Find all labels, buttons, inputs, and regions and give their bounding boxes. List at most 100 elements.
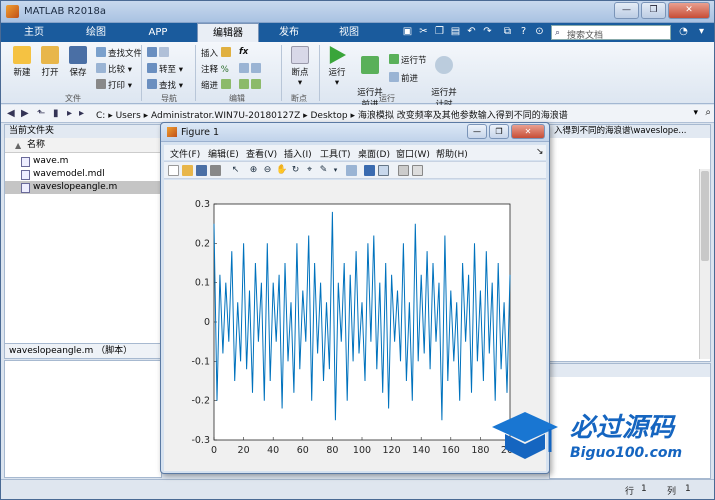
search-documentation-field[interactable]: ⌕ 搜索文档	[551, 25, 671, 41]
up-folder-icon[interactable]: ⬑	[37, 108, 45, 119]
help-icon[interactable]: ?	[517, 25, 530, 39]
maximize-button[interactable]: ❐	[641, 2, 666, 19]
current-folder-title: 当前文件夹	[5, 125, 161, 138]
comment-tools-button[interactable]	[239, 63, 263, 75]
axes-box[interactable]	[213, 203, 511, 441]
zoom-out-icon[interactable]: ⊖	[262, 165, 273, 176]
path-segment[interactable]: C:	[96, 111, 105, 121]
figure-title-bar[interactable]: Figure 1 — ❐ ✕	[161, 123, 549, 142]
path-segment[interactable]: Desktop	[311, 111, 348, 121]
open-file-icon[interactable]	[182, 165, 193, 176]
advance-button[interactable]: 前进	[389, 72, 418, 84]
editor-scrollbar[interactable]	[699, 169, 710, 359]
plot-svg[interactable]: 020406080100120140160180200 -0.3-0.2-0.1…	[164, 180, 546, 471]
copy-icon[interactable]: ❐	[433, 25, 446, 39]
x-tick-label: 160	[442, 445, 460, 456]
switch-windows-icon[interactable]: ⧉	[501, 25, 514, 39]
new-figure-icon[interactable]	[168, 165, 179, 176]
row-label: 行	[625, 487, 635, 497]
back-forward-buttons[interactable]	[147, 47, 171, 59]
file-row-wavemodel-mdl[interactable]: wavemodel.mdl	[5, 168, 161, 181]
cut-icon[interactable]: ✂	[417, 25, 430, 39]
file-row-wave-m[interactable]: wave.m	[5, 155, 161, 168]
hide-plot-tools-icon[interactable]	[398, 165, 409, 176]
comment-button[interactable]: 注释 %	[201, 63, 229, 75]
link-plot-icon[interactable]	[346, 165, 357, 176]
figure-close-button[interactable]: ✕	[511, 124, 545, 139]
save-button[interactable]: 保存	[65, 46, 91, 78]
scrollbar-thumb[interactable]	[701, 171, 709, 261]
indent-button[interactable]: 缩进	[201, 79, 233, 91]
print-figure-icon[interactable]	[210, 165, 221, 176]
data-cursor-icon[interactable]: ⌖	[304, 165, 315, 176]
command-window-title	[550, 364, 710, 377]
menu-insert[interactable]: 插入(I)	[284, 147, 312, 160]
file-details-header[interactable]: waveslopeangle.m （脚本）	[4, 343, 162, 359]
fx-button[interactable]: fx	[239, 47, 248, 57]
insert-button[interactable]: 插入	[201, 47, 233, 59]
close-button[interactable]: ✕	[668, 2, 710, 19]
menu-view[interactable]: 查看(V)	[246, 147, 277, 160]
new-button[interactable]: 新建	[9, 46, 35, 78]
compare-button[interactable]: 比较 ▾	[96, 63, 132, 75]
menu-help[interactable]: 帮助(H)	[436, 147, 468, 160]
insert-colorbar-icon[interactable]	[364, 165, 375, 176]
tab-plots[interactable]: 绘图	[71, 23, 121, 42]
undo-icon[interactable]: ↶	[465, 25, 478, 39]
find-files-button[interactable]: 查找文件	[96, 47, 142, 59]
back-icon[interactable]: ◀	[7, 108, 15, 119]
menu-desktop[interactable]: 桌面(D)	[358, 147, 390, 160]
matlab-logo-icon	[6, 5, 19, 18]
insert-legend-icon[interactable]	[378, 165, 389, 176]
menu-tools[interactable]: 工具(T)	[320, 147, 351, 160]
figure-maximize-button[interactable]: ❐	[489, 124, 509, 139]
edit-plot-arrow-icon[interactable]: ↖	[230, 165, 241, 176]
paste-icon[interactable]: ▤	[449, 25, 462, 39]
x-tick-label: 60	[297, 445, 309, 456]
menu-edit[interactable]: 编辑(E)	[208, 147, 239, 160]
menu-file[interactable]: 文件(F)	[170, 147, 200, 160]
goto-button[interactable]: 转至 ▾	[147, 63, 183, 75]
zoom-in-icon[interactable]: ⊕	[248, 165, 259, 176]
find-button[interactable]: 查找 ▾	[147, 79, 183, 91]
brush-icon[interactable]: ✎	[318, 165, 329, 176]
path-breadcrumb[interactable]: C: ▸ Users ▸ Administrator.WIN7U-2018012…	[96, 108, 568, 121]
tab-apps[interactable]: APP	[133, 23, 183, 42]
breakpoints-button[interactable]: 断点 ▾	[287, 46, 313, 88]
pan-hand-icon[interactable]: ✋	[276, 165, 287, 176]
brush-dropdown-icon[interactable]: ▾	[330, 165, 341, 176]
path-segment[interactable]: Users	[116, 111, 141, 121]
tab-editor[interactable]: 编辑器	[197, 23, 259, 42]
figure-minimize-button[interactable]: —	[467, 124, 487, 139]
save-figure-icon[interactable]	[196, 165, 207, 176]
name-column-header[interactable]: ▲ 名称	[5, 138, 161, 153]
path-segment[interactable]: 海浪模拟 改变频率及其他参数输入得到不同的海浪谱	[358, 111, 568, 121]
print-button[interactable]: 打印 ▾	[96, 79, 132, 91]
redo-icon[interactable]: ↷	[481, 25, 494, 39]
rotate-3d-icon[interactable]: ↻	[290, 165, 301, 176]
browse-folder-icon[interactable]: ▮	[53, 108, 59, 119]
show-plot-tools-icon[interactable]	[412, 165, 423, 176]
path-segment[interactable]: Administrator.WIN7U-20180127Z	[151, 111, 300, 121]
tab-view[interactable]: 视图	[323, 23, 375, 42]
tab-home[interactable]: 主页	[9, 23, 59, 42]
notification-icon[interactable]: ◔	[677, 25, 690, 39]
figure-canvas[interactable]: 020406080100120140160180200 -0.3-0.2-0.1…	[164, 180, 546, 471]
editor-title[interactable]: 入得到不同的海浪谱\waveslope...	[550, 125, 710, 138]
save-quick-icon[interactable]: ▣	[401, 25, 414, 39]
file-row-waveslopeangle-m[interactable]: waveslopeangle.m	[5, 181, 161, 194]
forward-icon[interactable]: ▶	[21, 108, 29, 119]
ribbon-minimize-icon[interactable]: ▾	[695, 25, 708, 39]
minimize-button[interactable]: —	[614, 2, 639, 19]
tab-publish[interactable]: 发布	[263, 23, 315, 42]
path-dropdown-icon[interactable]: ▾	[693, 108, 698, 118]
community-icon[interactable]: ⊙	[533, 25, 546, 39]
path-search-icon[interactable]: ⌕	[705, 107, 711, 118]
menu-window[interactable]: 窗口(W)	[396, 147, 430, 160]
open-button[interactable]: 打开	[37, 46, 63, 78]
menubar-dock-icon[interactable]: ↘	[536, 147, 544, 157]
run-section-button[interactable]: 运行节	[389, 54, 427, 66]
indent-tools-button[interactable]	[239, 79, 263, 91]
run-button[interactable]: 运行 ▾	[323, 46, 351, 88]
run-and-time-button[interactable]: 运行并 计时	[429, 46, 459, 110]
